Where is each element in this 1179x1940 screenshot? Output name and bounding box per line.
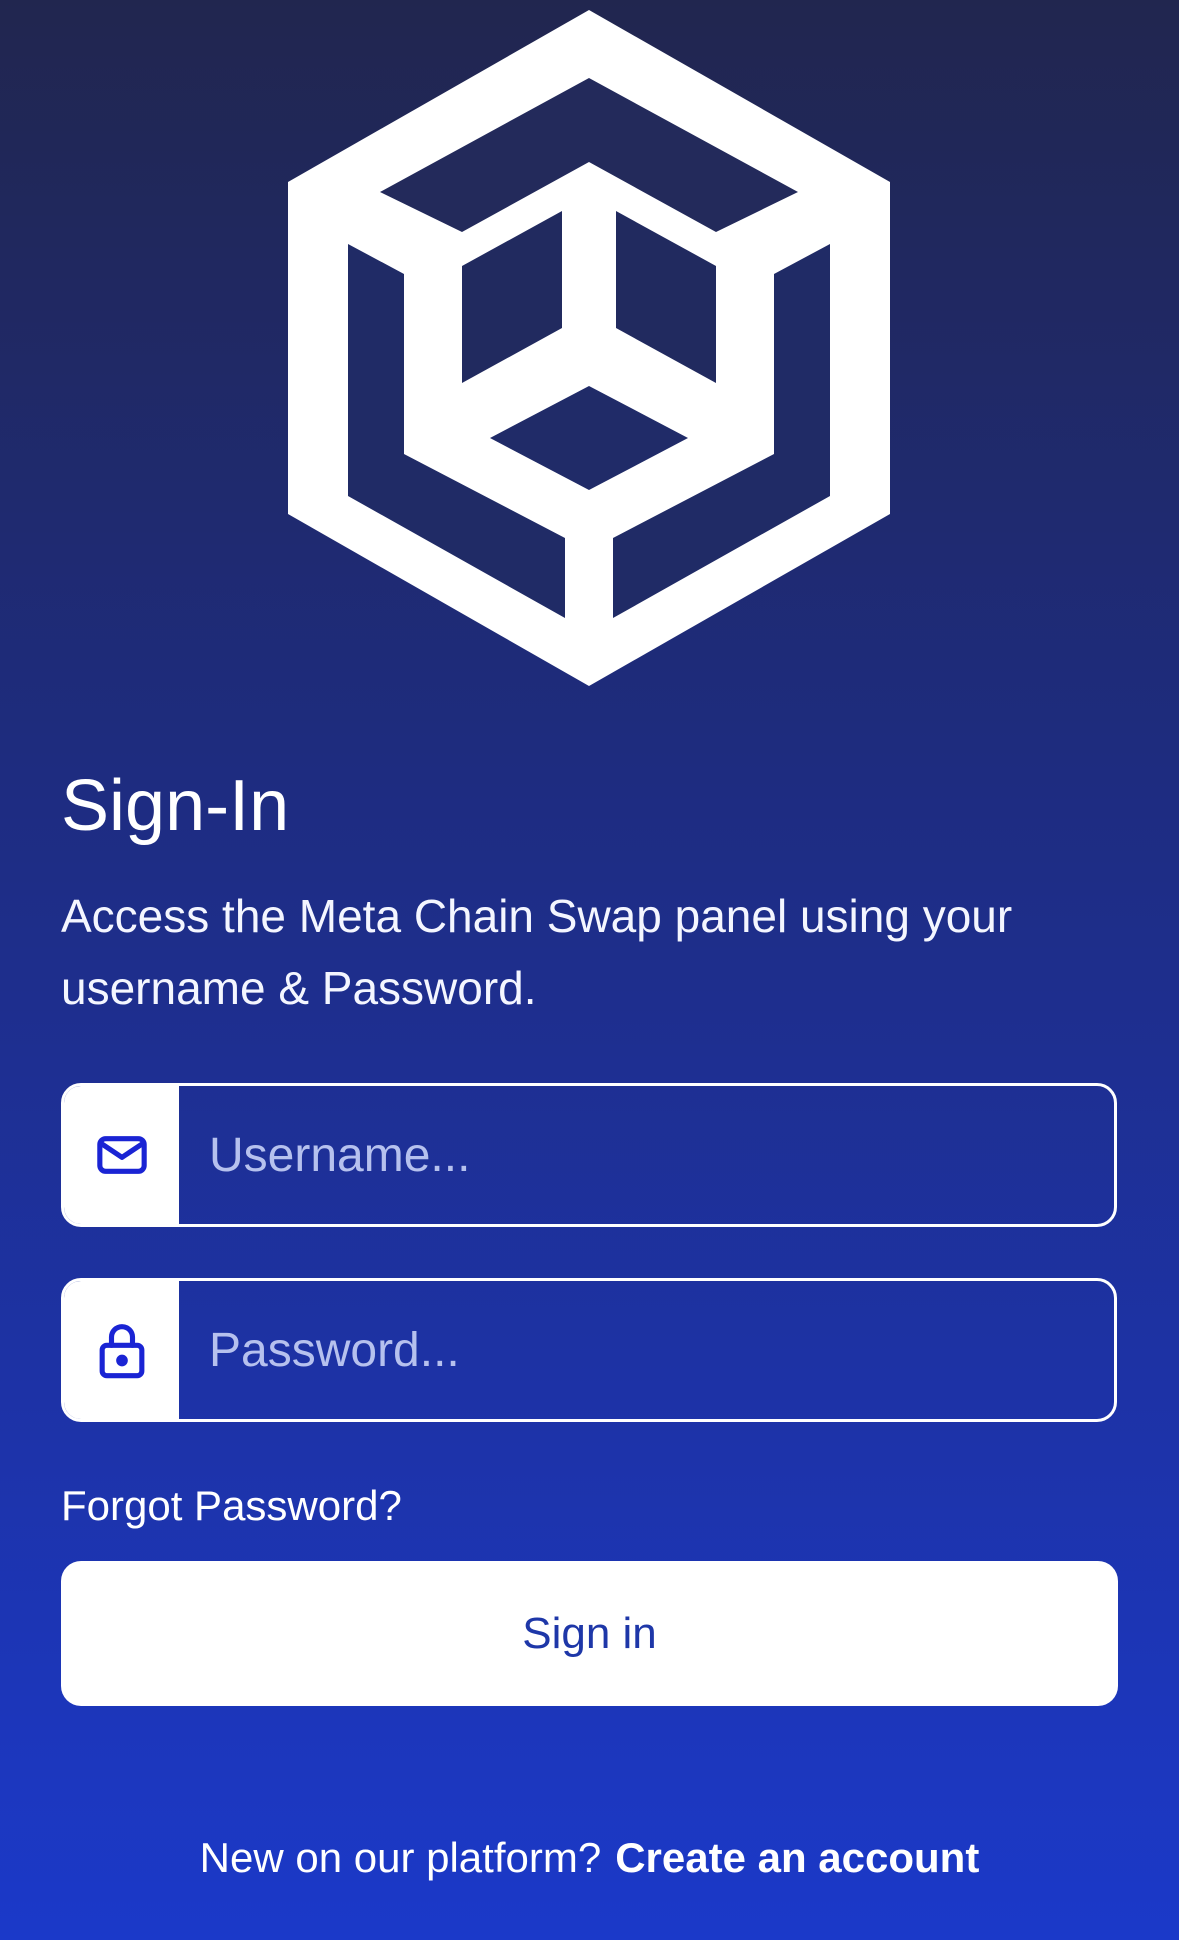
mail-icon [96,1136,147,1174]
username-input[interactable] [179,1086,1114,1224]
password-input[interactable] [179,1281,1114,1419]
sign-in-button[interactable]: Sign in [61,1561,1118,1706]
cube-logo-icon [286,6,892,686]
signup-prompt-text: New on our platform? [199,1834,602,1881]
signup-prompt: New on our platform? Create an account [0,1834,1179,1882]
username-icon-box [64,1086,179,1224]
page-title: Sign-In [61,766,290,846]
forgot-password-link[interactable]: Forgot Password? [61,1482,402,1530]
page-subtitle: Access the Meta Chain Swap panel using y… [61,890,1013,1014]
password-field [61,1278,1117,1422]
username-field [61,1083,1117,1227]
password-icon-box [64,1281,179,1419]
lock-icon [99,1324,144,1379]
create-account-link[interactable]: Create an account [615,1834,979,1881]
